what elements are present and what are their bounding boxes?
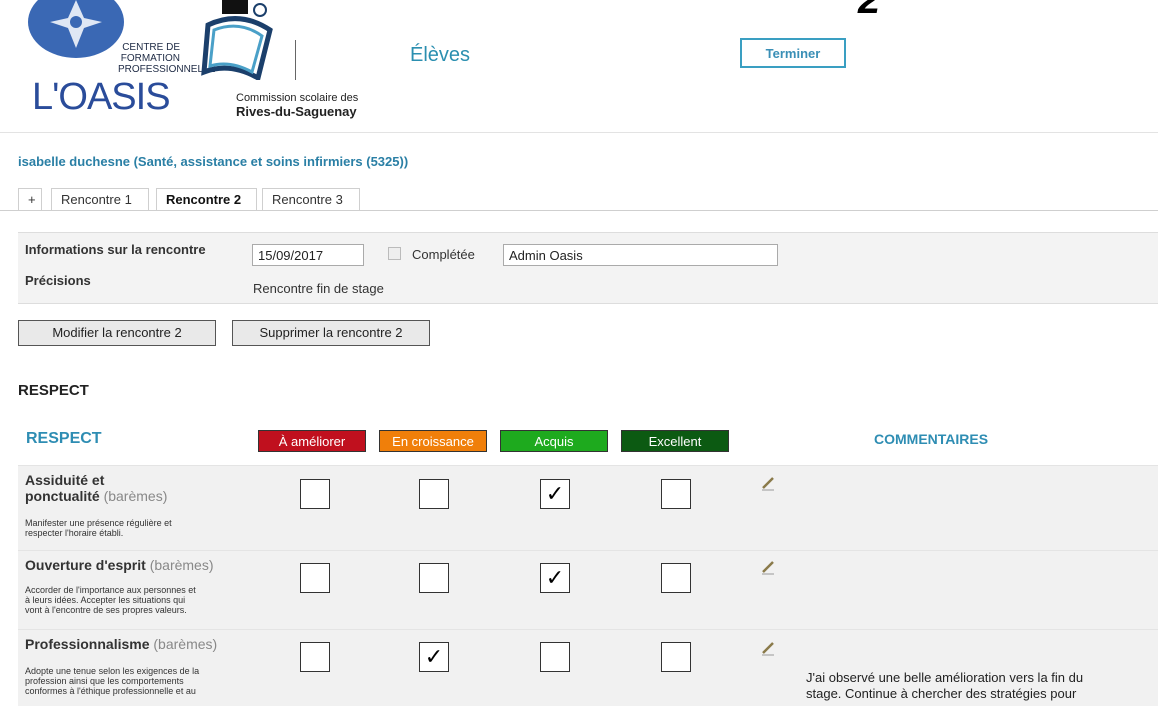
criterion-description: profession ainsi que les comportements xyxy=(25,676,184,686)
level-checkbox-croissance[interactable] xyxy=(419,479,449,509)
book-emblem-icon xyxy=(201,0,273,80)
page-title: Élèves xyxy=(410,44,471,66)
date-field[interactable]: 15/09/2017 xyxy=(252,244,364,266)
csrs-logo-line1: Commission scolaire des xyxy=(236,92,359,104)
meeting-info-label: Informations sur la rencontre xyxy=(25,242,206,257)
tabs-divider xyxy=(0,210,1158,211)
section-heading: RESPECT xyxy=(18,382,89,399)
level-checkbox-acquis[interactable] xyxy=(540,642,570,672)
criterion-description: Accorder de l'importance aux personnes e… xyxy=(25,585,196,595)
pencil-icon[interactable] xyxy=(760,559,776,575)
pencil-icon[interactable] xyxy=(760,640,776,656)
criterion-row: Assiduité et ponctualité (barèmes) Manif… xyxy=(18,465,1158,550)
level-checkbox-ameliorer[interactable] xyxy=(300,563,330,593)
oasis-logo-name: L'OASIS xyxy=(32,76,171,118)
tab-rencontre-2[interactable]: Rencontre 2 xyxy=(156,188,257,210)
criterion-name: Professionnalisme xyxy=(25,636,150,652)
tab-add[interactable]: + xyxy=(18,188,42,210)
modify-meeting-button[interactable]: Modifier la rencontre 2 xyxy=(18,320,216,346)
level-header-excellent: Excellent xyxy=(621,430,729,452)
criterion-description: conformes à l'éthique professionnelle et… xyxy=(25,686,196,696)
level-checkbox-acquis[interactable]: ✓ xyxy=(540,479,570,509)
baremes-link[interactable]: (barèmes) xyxy=(104,488,168,504)
details-label: Précisions xyxy=(25,273,91,288)
oasis-logo: CENTRE DE FORMATION PROFESSIONNELLE L'OA… xyxy=(22,0,216,122)
level-checkbox-excellent[interactable] xyxy=(661,642,691,672)
criterion-name-line2: ponctualité xyxy=(25,488,100,504)
criterion-name: Assiduité et xyxy=(25,472,105,488)
student-heading: isabelle duchesne (Santé, assistance et … xyxy=(18,154,409,169)
delete-meeting-button[interactable]: Supprimer la rencontre 2 xyxy=(232,320,430,346)
completed-label: Complétée xyxy=(412,247,475,262)
criterion-heading: RESPECT xyxy=(26,430,102,447)
oasis-logo-line1: CENTRE DE xyxy=(122,42,180,53)
finish-button[interactable]: Terminer xyxy=(740,38,846,68)
completed-checkbox[interactable] xyxy=(388,247,401,260)
criterion-comment: J'ai observé une belle amélioration vers… xyxy=(806,670,1084,701)
level-checkbox-excellent[interactable] xyxy=(661,479,691,509)
header-divider xyxy=(0,132,1158,133)
level-checkbox-excellent[interactable] xyxy=(661,563,691,593)
criterion-description: Adopte une tenue selon les exigences de … xyxy=(25,666,200,676)
author-field[interactable]: Admin Oasis xyxy=(503,244,778,266)
details-value: Rencontre fin de stage xyxy=(253,281,384,296)
level-checkbox-croissance[interactable]: ✓ xyxy=(419,642,449,672)
level-checkbox-ameliorer[interactable] xyxy=(300,642,330,672)
criterion-description: vont à l'encontre de ses propres valeurs… xyxy=(25,605,187,615)
csrs-logo: Commission scolaire des Rives-du-Saguena… xyxy=(200,0,375,125)
oasis-logo-line3: PROFESSIONNELLE xyxy=(118,64,216,75)
comments-heading: COMMENTAIRES xyxy=(874,431,989,447)
level-header-acquis: Acquis xyxy=(500,430,608,452)
level-header-ameliorer: À améliorer xyxy=(258,430,366,452)
baremes-link[interactable]: (barèmes) xyxy=(150,557,214,573)
pencil-icon[interactable] xyxy=(760,475,776,491)
level-checkbox-croissance[interactable] xyxy=(419,563,449,593)
criterion-name: Ouverture d'esprit xyxy=(25,557,146,573)
criterion-description: respecter l'horaire établi. xyxy=(25,528,124,538)
oasis-emblem-icon xyxy=(28,0,124,58)
baremes-link[interactable]: (barèmes) xyxy=(153,636,217,652)
tab-rencontre-3[interactable]: Rencontre 3 xyxy=(262,188,360,210)
criterion-description: à leurs idées. Accepter les situations q… xyxy=(25,595,186,605)
criterion-row: Ouverture d'esprit (barèmes) Accorder de… xyxy=(18,550,1158,629)
tab-rencontre-1[interactable]: Rencontre 1 xyxy=(51,188,149,210)
criterion-description: Manifester une présence régulière et xyxy=(25,518,172,528)
csrs-logo-line2: Rives-du-Saguenay xyxy=(236,104,357,119)
oasis-logo-line2: FORMATION xyxy=(120,53,180,64)
level-checkbox-acquis[interactable]: ✓ xyxy=(540,563,570,593)
level-checkbox-ameliorer[interactable] xyxy=(300,479,330,509)
level-header-croissance: En croissance xyxy=(379,430,487,452)
annotation-number: 2 xyxy=(858,0,881,22)
